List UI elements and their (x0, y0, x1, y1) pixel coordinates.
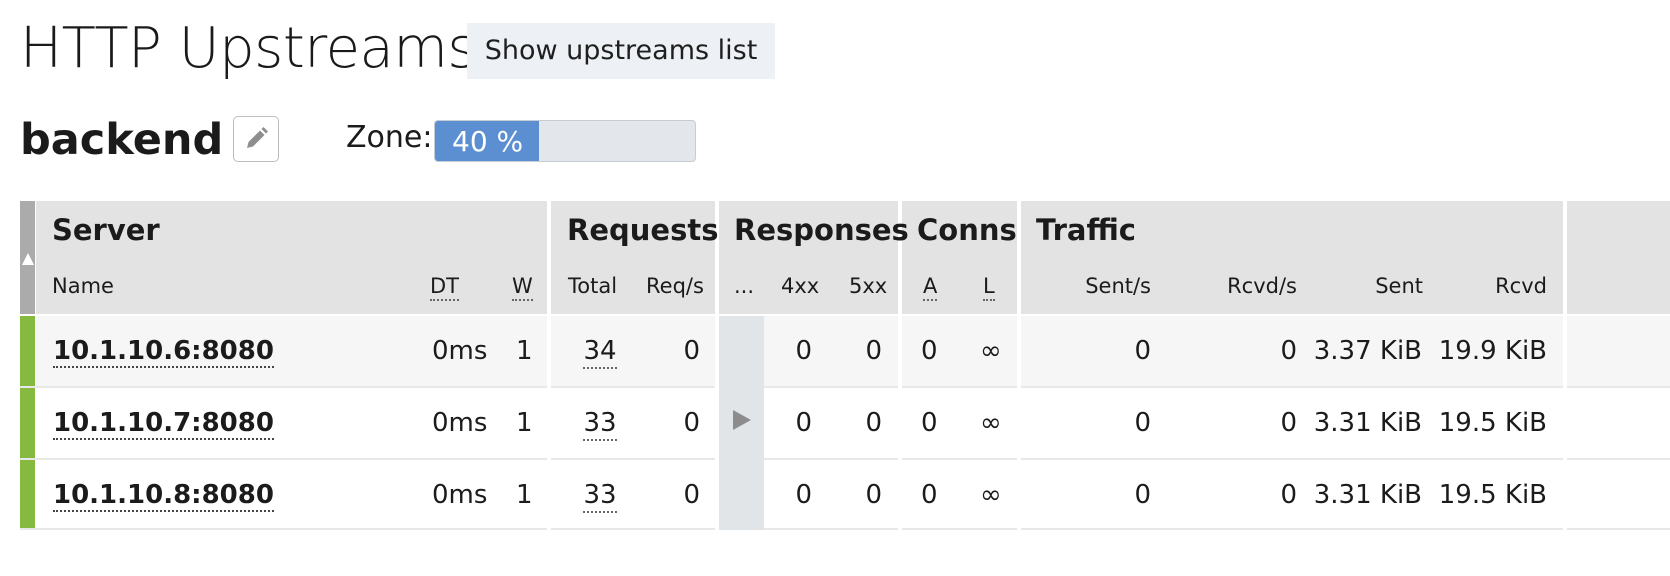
server-address[interactable]: 10.1.10.6:8080 (53, 336, 274, 368)
col-5xx[interactable]: 5xx (849, 270, 887, 302)
server-status-indicator (20, 460, 35, 530)
show-upstreams-list-button[interactable]: Show upstreams list (467, 23, 775, 79)
cell-total-value[interactable]: 34 (583, 336, 617, 369)
cell-sent-s: 0 (1134, 480, 1151, 510)
col-a: A (923, 270, 938, 302)
cell-dt: 0ms (432, 336, 488, 366)
cell-sent: 3.31 KiB (1313, 480, 1422, 510)
group-conns: Conns (917, 213, 1017, 247)
cell-rcvd: 19.5 KiB (1438, 408, 1547, 438)
cell-dt: 0ms (432, 480, 488, 510)
col-a-label: A (923, 274, 938, 301)
extra-header-block (1567, 201, 1670, 314)
column-separator (1017, 316, 1021, 530)
server-status-indicator (20, 388, 35, 458)
cell-total[interactable]: 33 (580, 388, 620, 458)
cell-rcvd-s: 0 (1280, 480, 1297, 510)
cell-a: 0 (921, 336, 938, 366)
cell-l: ∞ (980, 480, 1002, 510)
column-separator (547, 316, 551, 530)
col-sent[interactable]: Sent (1330, 270, 1423, 302)
sort-column-toggle[interactable] (20, 201, 35, 314)
server-status-indicator (20, 316, 35, 386)
zone-label: Zone: (346, 120, 433, 155)
server-address[interactable]: 10.1.10.7:8080 (53, 408, 274, 440)
cell-4xx: 0 (795, 408, 812, 438)
edit-upstream-button[interactable] (233, 116, 279, 162)
cell-total-value[interactable]: 33 (583, 408, 617, 441)
server-address[interactable]: 10.1.10.8:8080 (53, 480, 274, 512)
col-l-label: L (983, 274, 995, 301)
col-w: W (512, 270, 533, 302)
cell-sent: 3.37 KiB (1313, 336, 1422, 366)
cell-a: 0 (921, 408, 938, 438)
column-separator (898, 316, 902, 530)
server-address-link[interactable]: 10.1.10.8:8080 (53, 460, 274, 530)
page-title: HTTP Upstreams (20, 16, 477, 81)
cell-w: 1 (516, 480, 533, 510)
cell-rcvd-s: 0 (1280, 408, 1297, 438)
table-row: 10.1.10.6:8080 0ms 1 34 0 0 0 0 ∞ 0 0 3.… (20, 316, 1670, 386)
cell-req-s: 0 (683, 336, 700, 366)
cell-rcvd: 19.5 KiB (1438, 480, 1547, 510)
col-rcvd-s[interactable]: Rcvd/s (1200, 270, 1297, 302)
cell-sent-s: 0 (1134, 336, 1151, 366)
group-responses: Responses (734, 213, 909, 247)
zone-usage-bar: 40 % (434, 120, 696, 162)
group-requests: Requests (567, 213, 719, 247)
column-separator (1563, 316, 1567, 530)
cell-w: 1 (516, 408, 533, 438)
group-traffic: Traffic (1036, 213, 1136, 247)
cell-sent: 3.31 KiB (1313, 408, 1422, 438)
expand-responses-button[interactable] (719, 316, 764, 530)
cell-total-value[interactable]: 33 (583, 480, 617, 513)
cell-a: 0 (921, 480, 938, 510)
col-l: L (983, 270, 995, 302)
table-row: 10.1.10.7:8080 0ms 1 33 0 0 0 0 ∞ 0 0 3.… (20, 388, 1670, 458)
cell-sent-s: 0 (1134, 408, 1151, 438)
sort-up-icon (22, 253, 34, 265)
col-total[interactable]: Total (568, 270, 617, 302)
server-address-link[interactable]: 10.1.10.6:8080 (53, 316, 274, 386)
col-sent-s[interactable]: Sent/s (1060, 270, 1151, 302)
cell-req-s: 0 (683, 408, 700, 438)
cell-4xx: 0 (795, 336, 812, 366)
col-w-label: W (512, 274, 533, 301)
cell-4xx: 0 (795, 480, 812, 510)
group-server: Server (52, 213, 160, 247)
cell-5xx: 0 (865, 408, 882, 438)
expand-right-icon (733, 410, 751, 430)
col-rcvd[interactable]: Rcvd (1460, 270, 1547, 302)
cell-total[interactable]: 33 (580, 460, 620, 530)
cell-w: 1 (516, 336, 533, 366)
cell-l: ∞ (980, 336, 1002, 366)
cell-rcvd: 19.9 KiB (1438, 336, 1547, 366)
col-name[interactable]: Name (52, 270, 114, 302)
col-4xx[interactable]: 4xx (781, 270, 819, 302)
cell-5xx: 0 (865, 336, 882, 366)
table-row: 10.1.10.8:8080 0ms 1 33 0 0 0 0 ∞ 0 0 3.… (20, 460, 1670, 530)
server-address-link[interactable]: 10.1.10.7:8080 (53, 388, 274, 458)
cell-l: ∞ (980, 408, 1002, 438)
col-req-s[interactable]: Req/s (646, 270, 704, 302)
col-dt-label: DT (430, 274, 459, 301)
cell-req-s: 0 (683, 480, 700, 510)
cell-rcvd-s: 0 (1280, 336, 1297, 366)
cell-total[interactable]: 34 (580, 316, 620, 386)
cell-5xx: 0 (865, 480, 882, 510)
col-responses-more[interactable]: ... (734, 270, 754, 302)
row-divider (20, 528, 1670, 530)
cell-dt: 0ms (432, 408, 488, 438)
col-dt: DT (430, 270, 459, 302)
zone-usage-text: 40 % (452, 125, 524, 158)
pencil-icon (247, 127, 268, 148)
upstream-name: backend (20, 115, 224, 165)
